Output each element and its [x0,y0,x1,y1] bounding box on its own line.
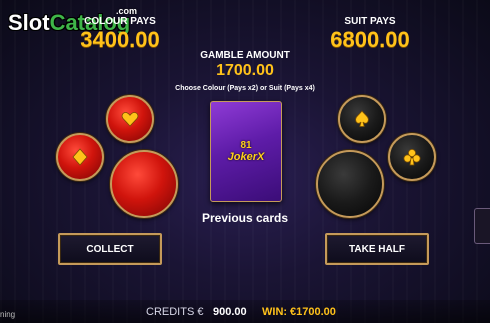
previous-cards-label: Previous cards [201,211,289,225]
gamble-card: 81 JokerX [210,101,282,202]
gamble-amount-value: 1700.00 [216,62,274,79]
logo-text-part1: Slot [8,10,50,35]
card-logo-line2: JokerX [227,150,265,163]
clubs-icon [403,149,421,166]
game-stage: SlotCatalog .com COLOUR PAYS 3400.00 SUI… [0,0,490,323]
win-label: WIN: [262,306,288,318]
spades-button[interactable] [338,95,386,143]
hearts-button[interactable] [106,95,154,143]
logo-domain: .com [116,6,138,16]
diamonds-icon [72,148,88,166]
collect-button[interactable]: COLLECT [58,233,162,265]
take-half-button[interactable]: TAKE HALF [325,233,429,265]
win-value: €1700.00 [290,306,336,318]
corner-status-text: ning [0,310,16,319]
credits-value: 900.00 [213,306,247,318]
suit-pays-label: SUIT PAYS [344,16,396,27]
suit-pays-value: 6800.00 [330,27,410,52]
hearts-icon [121,112,139,127]
clubs-button[interactable] [388,133,436,181]
colour-pays-value: 3400.00 [80,27,160,52]
card-logo-line1: 81 [240,139,252,151]
side-menu-tab[interactable] [474,208,490,244]
credits-label: CREDITS € [146,306,204,318]
diamonds-button[interactable] [56,133,104,181]
colour-pays-label: COLOUR PAYS [84,16,156,27]
gamble-amount-label: GAMBLE AMOUNT [200,50,290,61]
choose-instructions: Choose Colour (Pays x2) or Suit (Pays x4… [175,85,315,92]
spades-icon [355,110,369,127]
black-colour-button[interactable] [316,150,384,218]
red-colour-button[interactable] [110,150,178,218]
